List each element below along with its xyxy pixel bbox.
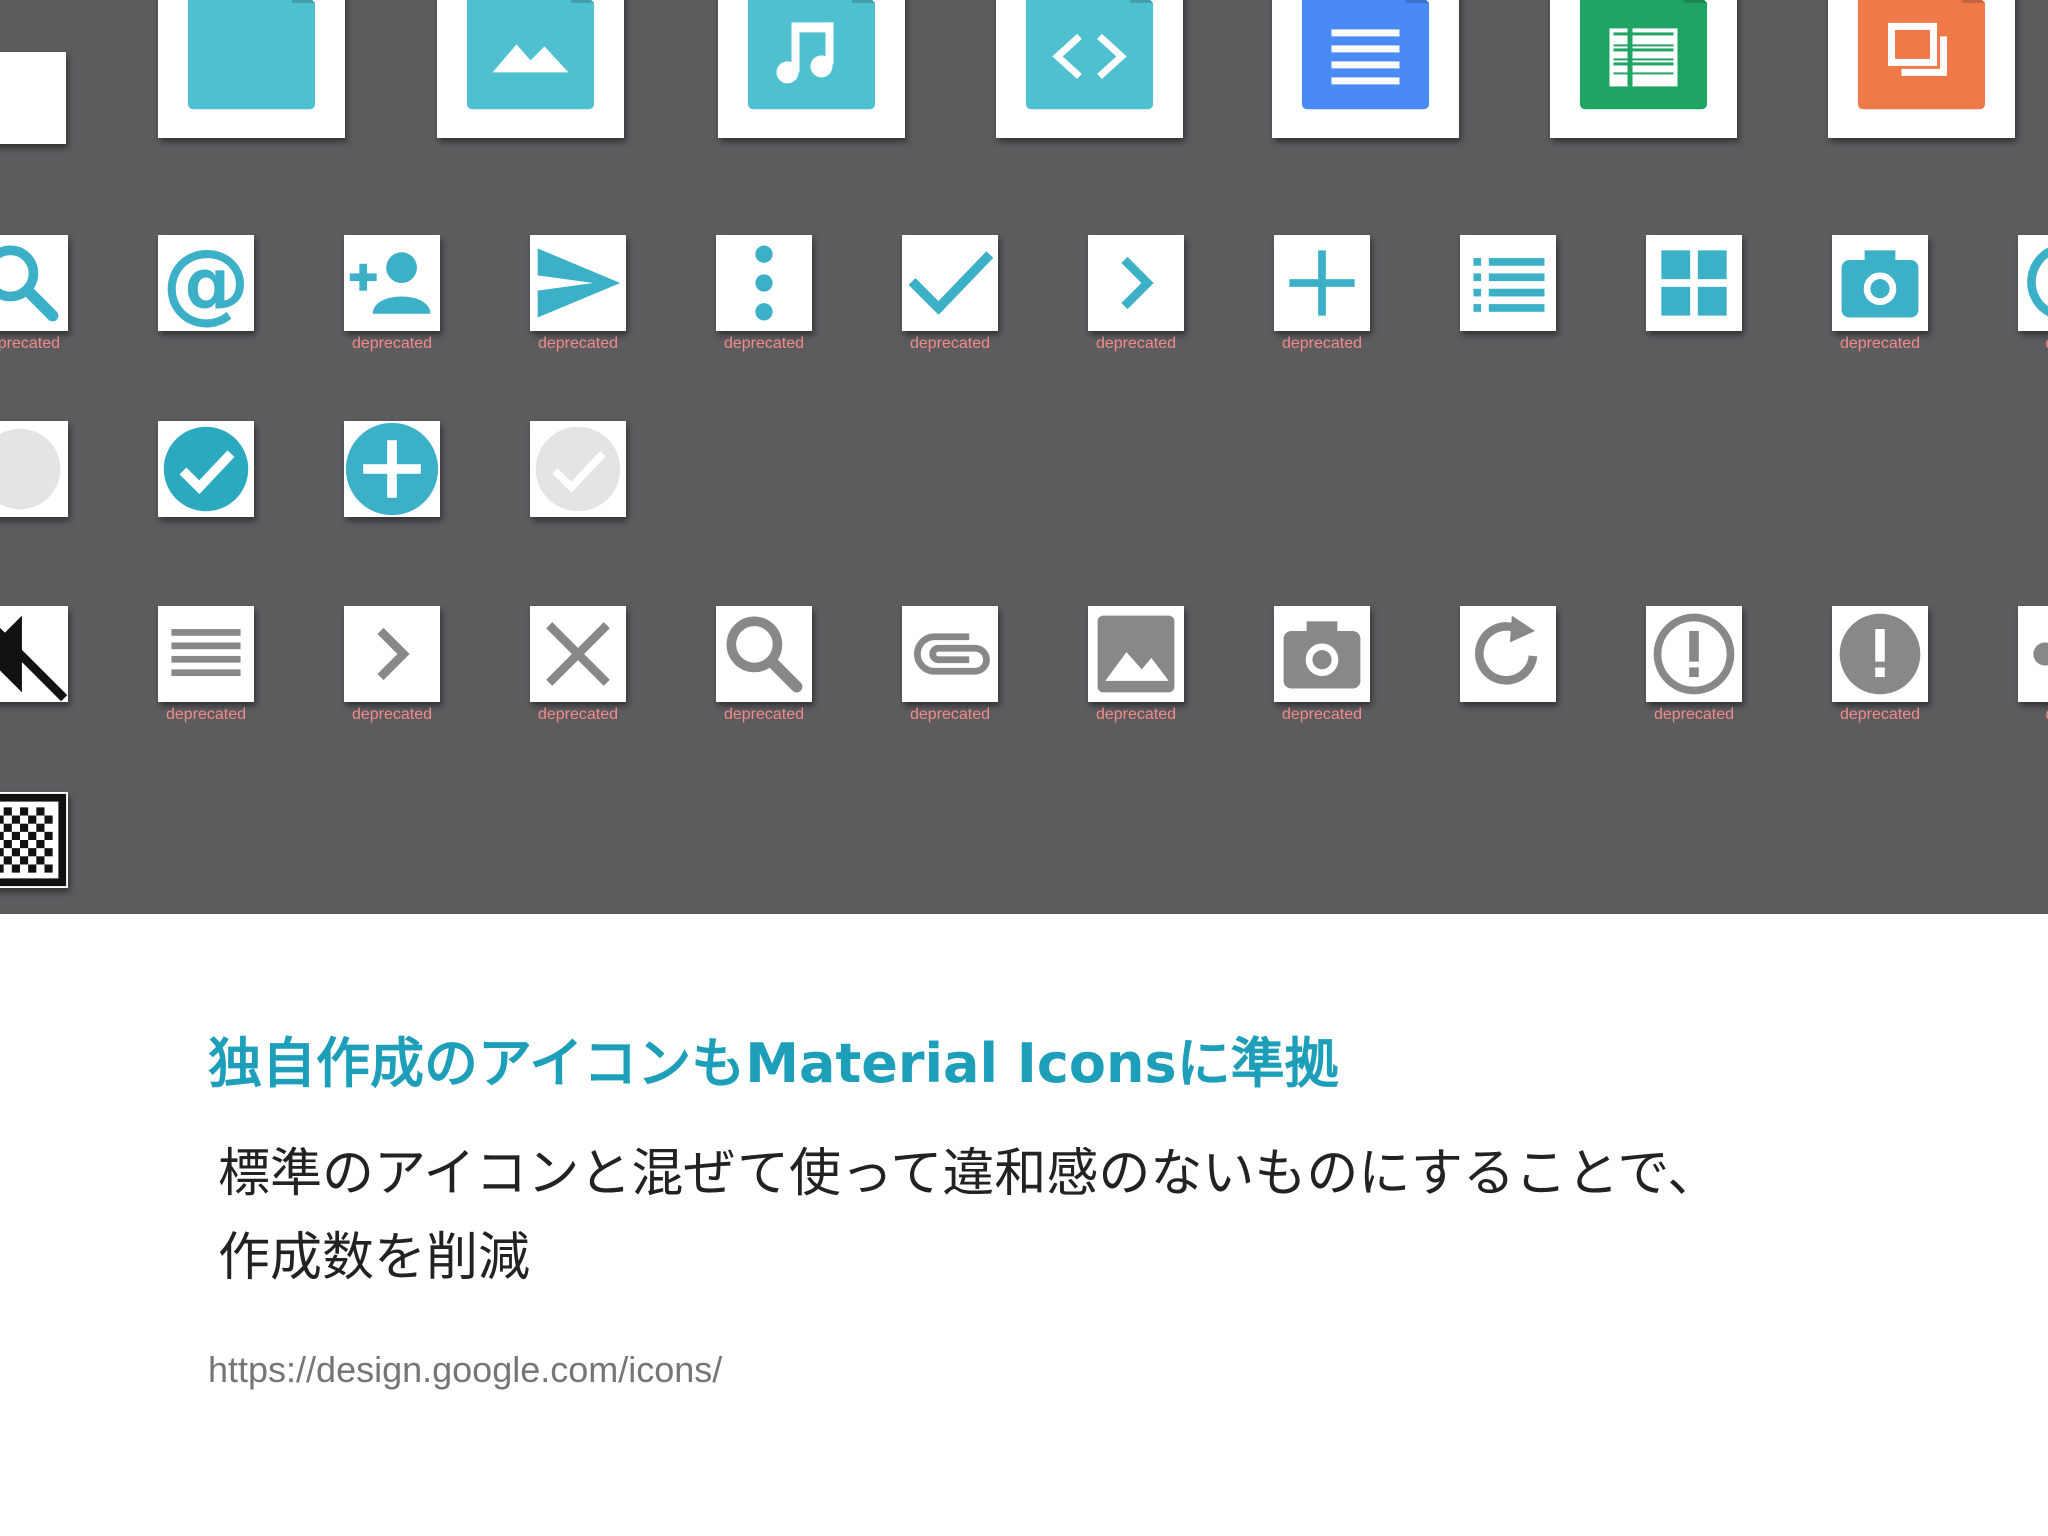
icon-tile: [530, 235, 626, 331]
deprecated-label: depre: [2001, 705, 2048, 725]
icon-tile: [1274, 606, 1370, 702]
icon-tile: [716, 235, 812, 331]
deprecated-label: deprecated: [0, 335, 61, 352]
deprecated-label: deprecated: [351, 335, 433, 352]
deprecated-label: deprecated: [351, 706, 433, 723]
icon-tile: [344, 421, 440, 517]
icon-showcase-panel: deprecated @ deprecated deprecated deprecate…: [0, 0, 2048, 914]
source-url: https://design.google.com/icons/: [208, 1349, 723, 1390]
deprecated-label: deprecated: [1653, 706, 1735, 723]
slide-body-line-2: 作成数を削減: [218, 1228, 531, 1288]
icon-tile: [1274, 235, 1370, 331]
icon-tile: [902, 606, 998, 702]
icon-tile: [2018, 606, 2048, 702]
icon-tile: [0, 52, 66, 144]
icon-tile: [344, 606, 440, 702]
deprecated-label: deprecated: [909, 706, 991, 723]
deprecated-label: deprecated: [723, 706, 805, 723]
deprecated-label: deprecated: [1095, 706, 1177, 723]
icon-tile: [0, 421, 68, 517]
icon-tile: [1828, 0, 2015, 138]
icon-tile: [158, 0, 345, 138]
icon-tile: [0, 235, 68, 331]
icon-tile: [1088, 235, 1184, 331]
icon-tile: [437, 0, 624, 138]
slide-heading: 独自作成のアイコンもMaterial Iconsに準拠: [208, 1032, 1339, 1095]
icon-tile: [902, 235, 998, 331]
icon-tile: [718, 0, 905, 138]
deprecated-label: deprecated: [1281, 335, 1363, 352]
deprecated-label: deprecated: [1839, 706, 1921, 723]
icon-tile: [1088, 606, 1184, 702]
icon-tile: [716, 606, 812, 702]
icon-tile: [1460, 235, 1556, 331]
icon-tile: [1646, 606, 1742, 702]
icon-tile: @: [158, 235, 254, 331]
deprecated-label: deprecated: [723, 335, 805, 352]
icon-tile: [0, 792, 68, 888]
icon-tile: [1646, 235, 1742, 331]
deprecated-label: depre: [2001, 334, 2048, 354]
icon-tile: [530, 606, 626, 702]
icon-tile: [1550, 0, 1737, 138]
icon-tile: [530, 421, 626, 517]
slide-text-area: 独自作成のアイコンもMaterial Iconsに準拠 標準のアイコンと混ぜて使…: [0, 914, 2048, 1536]
icon-tile: [2018, 235, 2048, 331]
icon-tile: [1832, 606, 1928, 702]
deprecated-label: deprecated: [1281, 706, 1363, 723]
deprecated-label: deprecated: [537, 706, 619, 723]
icon-tile: [1272, 0, 1459, 138]
deprecated-label: deprecated: [165, 706, 247, 723]
icon-tile: [1832, 235, 1928, 331]
deprecated-label: deprecated: [537, 335, 619, 352]
icon-tile: [996, 0, 1183, 138]
svg-text:@: @: [162, 235, 250, 331]
icon-tile: [1460, 606, 1556, 702]
icon-tile: [0, 606, 68, 702]
deprecated-label: deprecated: [1839, 335, 1921, 352]
icon-tile: [158, 606, 254, 702]
deprecated-label: deprecated: [909, 335, 991, 352]
icon-tile: [158, 421, 254, 517]
icon-tile: [344, 235, 440, 331]
deprecated-label: deprecated: [1095, 335, 1177, 352]
slide-body-line-1: 標準のアイコンと混ぜて使って違和感のないものにすることで、: [218, 1144, 1720, 1204]
